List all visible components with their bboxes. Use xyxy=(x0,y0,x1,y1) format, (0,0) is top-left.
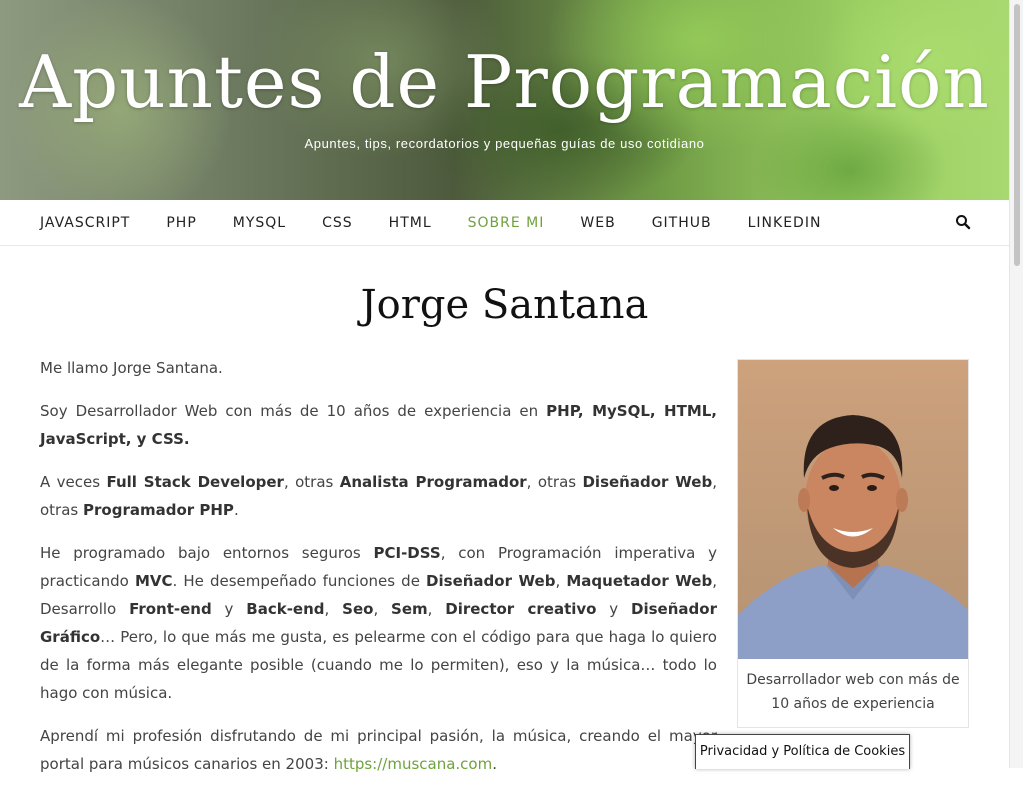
paragraph-experience: Soy Desarrollador Web con más de 10 años… xyxy=(40,402,718,448)
nav-item-linkedin[interactable]: LINKEDIN xyxy=(748,215,822,231)
nav-item-github[interactable]: GITHUB xyxy=(652,215,712,231)
page-scrollbar[interactable] xyxy=(1009,0,1023,768)
paragraph-roles: A veces Full Stack Developer, otras Anal… xyxy=(40,473,717,519)
profile-photo xyxy=(738,360,968,659)
article-content: Me llamo Jorge Santana. Soy Desarrollado… xyxy=(40,354,717,793)
site-title[interactable]: Apuntes de Programación xyxy=(0,40,1009,124)
search-button[interactable] xyxy=(955,214,971,230)
figure-caption: Desarrollador web con más de 10 años de … xyxy=(746,672,960,712)
nav-item-css[interactable]: CSS xyxy=(322,215,353,231)
profile-figure: Desarrollador web con más de 10 años de … xyxy=(737,359,969,728)
nav-item-web[interactable]: WEB xyxy=(580,215,615,231)
nav-item-php[interactable]: PHP xyxy=(166,215,196,231)
nav-item-sobre-mi[interactable]: SOBRE MI xyxy=(468,215,545,231)
cookie-policy-button[interactable]: Privacidad y Política de Cookies xyxy=(695,734,910,769)
nav-item-mysql[interactable]: MYSQL xyxy=(233,215,286,231)
main-nav: JAVASCRIPT PHP MYSQL CSS HTML SOBRE MI W… xyxy=(0,200,1009,246)
header-banner: Apuntes de Programación Apuntes, tips, r… xyxy=(0,0,1009,200)
nav-item-javascript[interactable]: JAVASCRIPT xyxy=(40,215,130,231)
search-icon xyxy=(956,215,971,230)
paragraph-skills: He programado bajo entornos seguros PCI-… xyxy=(40,544,717,702)
site-tagline: Apuntes, tips, recordatorios y pequeñas … xyxy=(304,136,705,151)
scrollbar-thumb[interactable] xyxy=(1014,4,1020,266)
profile-photo-illustration xyxy=(738,415,968,659)
page-title: Jorge Santana xyxy=(360,282,649,328)
paragraph-music: Aprendí mi profesión disfrutando de mi p… xyxy=(40,727,717,773)
paragraph-intro: Me llamo Jorge Santana. xyxy=(40,359,223,377)
muscana-link[interactable]: https://muscana.com xyxy=(334,755,493,773)
nav-item-html[interactable]: HTML xyxy=(389,215,432,231)
